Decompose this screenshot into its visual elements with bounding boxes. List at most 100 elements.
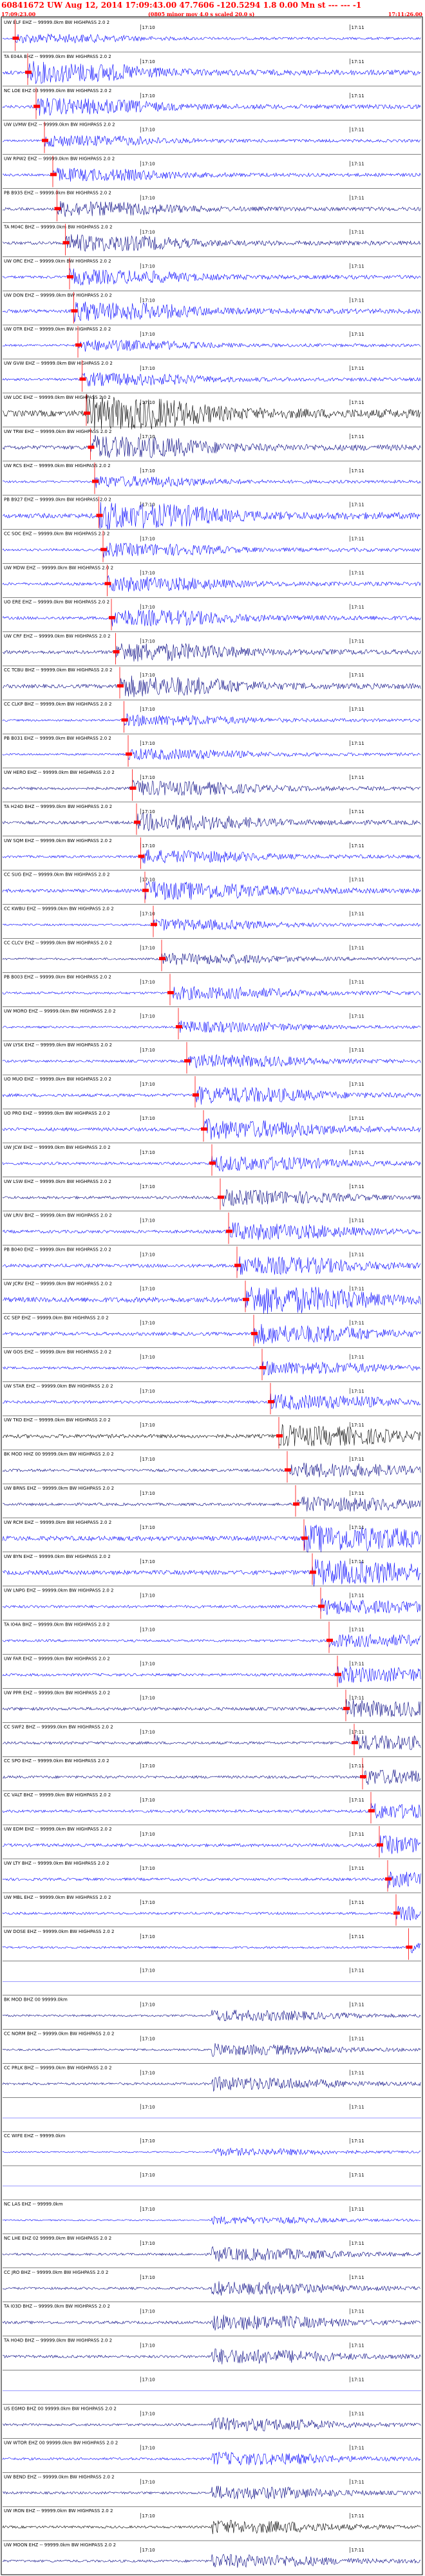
time-tick-label: 17:10: [142, 843, 155, 849]
waveform-trace: [2, 372, 421, 387]
time-tick-label: 17:10: [142, 59, 155, 64]
waveform-trace: [2, 340, 421, 352]
waveform-trace: [2, 200, 421, 217]
pick-marker: [201, 1127, 207, 1131]
waveform-trace: [2, 1698, 421, 1717]
waveform-trace: [2, 2076, 421, 2092]
pick-marker: [335, 1673, 341, 1677]
time-tick-label: 17:10: [142, 1218, 155, 1224]
pick-marker: [159, 957, 165, 961]
time-tick-label: 17:10: [142, 1695, 155, 1700]
pick-marker: [276, 1434, 283, 1437]
pick-marker: [12, 36, 19, 40]
time-tick-label: 17:10: [142, 707, 155, 712]
time-tick-label: 17:11: [352, 2309, 364, 2314]
trace-row: CC KWBU EHZ -- 99999.0km BW HIGHPASS 2.0…: [2, 904, 421, 937]
pick-marker: [406, 1945, 413, 1949]
time-tick-label: 17:10: [142, 1764, 155, 1769]
trace-row: UW GOS EHZ -- 99999.0km BW HIGHPASS 2.0 …: [2, 1347, 421, 1381]
trace-row: CC SWF2 BHZ -- 99999.0km BW HIGHPASS 2.0…: [2, 1722, 421, 1756]
waveform-trace: [2, 849, 421, 864]
time-tick-label: 17:10: [142, 2241, 155, 2246]
trace-label: UW LTY BHZ -- 99999.0km BW HIGHPASS 2.0 …: [4, 1861, 109, 1866]
time-tick-label: 17:11: [352, 2378, 364, 2383]
trace-label: UW SQM EHZ -- 99999.0km BW HIGHPASS 2.0 …: [4, 838, 112, 843]
pick-marker: [243, 1298, 249, 1302]
waveform-trace: [2, 1361, 421, 1376]
time-tick-label: 17:10: [142, 2343, 155, 2349]
trace-label: UO ERE EHZ -- 99999.0km BW HIGHPASS 2.0 …: [4, 599, 109, 604]
time-tick-label: 17:10: [142, 1287, 155, 1292]
trace-row: UW GVW EHZ -- 99999.0km BW HIGHPASS 2.0 …: [2, 358, 421, 392]
trace-row: UW JCRV EHZ -- 99999.0km BW HIGHPASS 2.0…: [2, 1279, 421, 1314]
time-tick-label: 17:11: [352, 1491, 364, 1496]
trace-row: UW STAR EHZ -- 99999.0km BW HIGHPASS 2.0…: [2, 1381, 421, 1415]
trace-label: UW FAR EHZ -- 99999.0km BW HIGHPASS 2.0 …: [4, 1657, 110, 1662]
waveform-trace: [2, 748, 421, 760]
time-tick-label: 17:10: [142, 1525, 155, 1530]
time-tick-label: 17:10: [142, 2036, 155, 2041]
pick-marker: [352, 1741, 358, 1745]
time-tick-label: 17:11: [352, 59, 364, 64]
time-tick-label: 17:10: [142, 1253, 155, 1258]
time-tick-label: 17:10: [142, 945, 155, 950]
trace-row: TA H24D BHZ -- 99999.0km BW HIGHPASS 2.0…: [2, 802, 421, 835]
pick-marker: [176, 1025, 182, 1029]
pick-marker: [326, 1639, 333, 1642]
trace-label: CC JRO BHZ -- 99999.0km BW HIGHPASS 2.0 …: [4, 2270, 108, 2275]
time-tick-label: 17:11: [352, 1628, 364, 1633]
trace-label: UW LNPG EHZ -- 99999.0km BW HIGHPASS 2.0…: [4, 1588, 114, 1593]
trace-label: UW BYN EHZ -- 99999.0km BW HIGHPASS 2.0 …: [4, 1554, 111, 1559]
pick-marker: [134, 820, 140, 824]
trace-row: NC LOE EHZ 03 99999.0km BW HIGHPASS 2.0 …: [2, 86, 421, 119]
trace-label: CC SWF2 BHZ -- 99999.0km BW HIGHPASS 2.0…: [4, 1724, 113, 1729]
trace-row: CC SEP EHZ -- 99999.0km BW HIGHPASS 2.0 …: [2, 1313, 421, 1347]
waveform-trace: [2, 1835, 421, 1854]
waveform-trace: [2, 2452, 421, 2466]
trace-label: TA H04D BHZ -- 99999.0km BW HIGHPASS 2.0…: [3, 2338, 112, 2343]
trace-row: TA H04D BHZ -- 99999.0km BW HIGHPASS 2.0…: [2, 2336, 421, 2365]
trace-row: UW TKO EHZ -- 99999.0km BW HIGHPASS 2.0 …: [2, 1415, 421, 1449]
waveform-trace: [2, 986, 421, 1001]
time-tick-label: 17:11: [352, 1320, 364, 1325]
seismogram-plot: UW ELF EHZ -- 99999.0km BW HIGHPASS 2.0 …: [1, 16, 423, 2575]
trace-row: UW RCM EHZ -- 99999.0km BW HIGHPASS 2.0 …: [2, 1517, 421, 1553]
trace-row: UW LVMW EHZ -- 99999.0km BW HIGHPASS 2.0…: [2, 120, 421, 153]
trace-label: CC WIFE EHZ -- 99999.0km: [4, 2133, 66, 2139]
waveform-trace: [2, 1393, 421, 1410]
trace-row: UW ORC EHZ -- 99999.0km BW HIGHPASS 2.0 …: [2, 256, 421, 290]
trace-label: UW DON EHZ -- 99999.0km BW HIGHPASS 2.0 …: [4, 293, 112, 298]
time-tick-label: 17:10: [142, 1048, 155, 1053]
trace-label: UW BEND EHZ -- 99999.0km BW HIGHPASS 2.0…: [4, 2474, 115, 2479]
time-tick-label: 17:11: [352, 1968, 364, 1974]
trace-label: TA I04A BHZ -- 99999.0km BW HIGHPASS 2.0…: [3, 1622, 109, 1628]
trace-row: UW EDM EHZ -- 99999.0km BW HIGHPASS 2.0 …: [2, 1824, 421, 1858]
time-tick-label: 17:10: [142, 1628, 155, 1633]
time-tick-label: 17:11: [352, 25, 364, 30]
trace-label: UW DOSE EHZ -- 99999.0km BW HIGHPASS 2.0…: [4, 1929, 115, 1934]
pick-marker: [268, 1400, 274, 1404]
trace-label: NC LHE EHZ 02 99999.0km BW HIGHPASS 2.0 …: [4, 2236, 111, 2241]
time-tick-label: 17:11: [352, 537, 364, 542]
time-tick-label: 17:10: [142, 2173, 155, 2178]
waveform-trace: [2, 1496, 421, 1512]
trace-row: TA M04C BHZ -- 99999.0km BW HIGHPASS 2.0…: [2, 222, 421, 256]
trace-label: UO MUO EHZ -- 99999.0km BW HIGHPASS 2.0 …: [4, 1077, 111, 1082]
time-tick-label: 17:10: [142, 1014, 155, 1019]
trace-row: PB B927 EHZ -- 99999.0km BW HIGHPASS 2.0…: [2, 495, 421, 530]
waveform-trace: [2, 2043, 421, 2057]
waveform-trace: [2, 675, 421, 697]
time-tick-label: 17:11: [352, 1184, 364, 1189]
trace-label: UW PPR EHZ -- 99999.0km BW HIGHPASS 2.0 …: [4, 1690, 110, 1695]
waveform-trace: [2, 1769, 421, 1785]
time-tick-label: 17:11: [352, 707, 364, 712]
time-tick-label: 17:10: [142, 2207, 155, 2212]
pick-marker: [167, 991, 174, 995]
trace-row: 17:10 17:11: [3, 2097, 421, 2119]
time-tick-label: 17:11: [352, 912, 364, 917]
time-tick-label: 17:11: [352, 2036, 364, 2041]
time-tick-label: 17:10: [142, 1354, 155, 1360]
time-tick-label: 17:11: [352, 1048, 364, 1053]
time-tick-label: 17:11: [352, 128, 364, 133]
trace-label: CC SEP EHZ -- 99999.0km BW HIGHPASS 2.0 …: [4, 1315, 109, 1320]
